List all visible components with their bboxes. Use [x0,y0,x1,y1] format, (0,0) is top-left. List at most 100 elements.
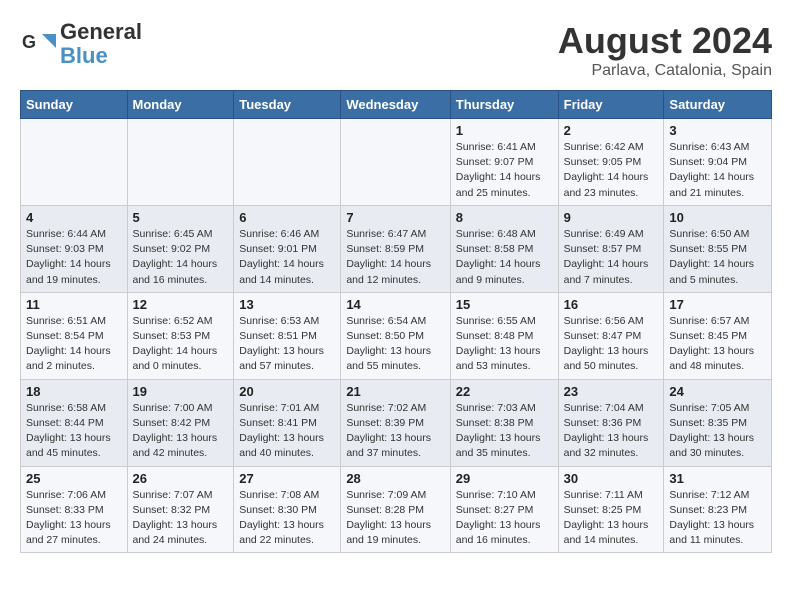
day-cell: 17 Sunrise: 6:57 AM Sunset: 8:45 PM Dayli… [664,292,772,379]
day-number: 17 [669,297,766,312]
day-cell: 3 Sunrise: 6:43 AM Sunset: 9:04 PM Daylig… [664,119,772,206]
day-cell: 20 Sunrise: 7:01 AM Sunset: 8:41 PM Dayli… [234,379,341,466]
day-cell: 4Sunrise: 6:44 AM Sunset: 9:03 PM Daylig… [21,205,128,292]
day-number: 27 [239,471,335,486]
day-cell: 7 Sunrise: 6:47 AM Sunset: 8:59 PM Daylig… [341,205,450,292]
day-number: 22 [456,384,553,399]
day-number: 8 [456,210,553,225]
day-number: 21 [346,384,444,399]
day-info: Sunrise: 7:02 AM Sunset: 8:39 PM Dayligh… [346,401,444,462]
svg-text:G: G [22,32,36,52]
day-info: Sunrise: 7:03 AM Sunset: 8:38 PM Dayligh… [456,401,553,462]
weekday-header-thursday: Thursday [450,91,558,119]
day-info: Sunrise: 7:12 AM Sunset: 8:23 PM Dayligh… [669,488,766,549]
weekday-header-wednesday: Wednesday [341,91,450,119]
day-number: 7 [346,210,444,225]
day-number: 10 [669,210,766,225]
day-number: 3 [669,123,766,138]
day-number: 20 [239,384,335,399]
day-number: 25 [26,471,122,486]
week-row-1: 1 Sunrise: 6:41 AM Sunset: 9:07 PM Daylig… [21,119,772,206]
day-info: Sunrise: 7:06 AM Sunset: 8:33 PM Dayligh… [26,488,122,549]
week-row-3: 11Sunrise: 6:51 AM Sunset: 8:54 PM Dayli… [21,292,772,379]
day-info: Sunrise: 6:48 AM Sunset: 8:58 PM Dayligh… [456,227,553,288]
day-cell: 6Sunrise: 6:46 AM Sunset: 9:01 PM Daylig… [234,205,341,292]
week-row-4: 18 Sunrise: 6:58 AM Sunset: 8:44 PM Dayli… [21,379,772,466]
logo-line2: Blue [60,44,142,68]
day-number: 31 [669,471,766,486]
day-number: 6 [239,210,335,225]
day-cell: 11Sunrise: 6:51 AM Sunset: 8:54 PM Dayli… [21,292,128,379]
day-info: Sunrise: 6:56 AM Sunset: 8:47 PM Dayligh… [564,314,659,375]
day-info: Sunrise: 6:52 AM Sunset: 8:53 PM Dayligh… [133,314,229,375]
day-info: Sunrise: 7:09 AM Sunset: 8:28 PM Dayligh… [346,488,444,549]
day-cell: 16 Sunrise: 6:56 AM Sunset: 8:47 PM Dayli… [558,292,664,379]
day-info: Sunrise: 6:55 AM Sunset: 8:48 PM Dayligh… [456,314,553,375]
day-info: Sunrise: 7:00 AM Sunset: 8:42 PM Dayligh… [133,401,229,462]
day-cell [234,119,341,206]
day-cell: 8 Sunrise: 6:48 AM Sunset: 8:58 PM Daylig… [450,205,558,292]
day-info: Sunrise: 7:08 AM Sunset: 8:30 PM Dayligh… [239,488,335,549]
day-info: Sunrise: 7:01 AM Sunset: 8:41 PM Dayligh… [239,401,335,462]
day-cell: 21 Sunrise: 7:02 AM Sunset: 8:39 PM Dayli… [341,379,450,466]
day-cell: 12 Sunrise: 6:52 AM Sunset: 8:53 PM Dayli… [127,292,234,379]
day-cell [341,119,450,206]
calendar-table: SundayMondayTuesdayWednesdayThursdayFrid… [20,90,772,553]
day-number: 18 [26,384,122,399]
day-info: Sunrise: 6:41 AM Sunset: 9:07 PM Dayligh… [456,140,553,201]
day-cell: 30 Sunrise: 7:11 AM Sunset: 8:25 PM Dayli… [558,466,664,553]
day-number: 14 [346,297,444,312]
logo-text: General Blue [60,20,142,68]
day-number: 16 [564,297,659,312]
weekday-header-row: SundayMondayTuesdayWednesdayThursdayFrid… [21,91,772,119]
day-info: Sunrise: 6:49 AM Sunset: 8:57 PM Dayligh… [564,227,659,288]
weekday-header-monday: Monday [127,91,234,119]
day-info: Sunrise: 6:57 AM Sunset: 8:45 PM Dayligh… [669,314,766,375]
location: Parlava, Catalonia, Spain [558,62,772,80]
day-info: Sunrise: 7:05 AM Sunset: 8:35 PM Dayligh… [669,401,766,462]
day-number: 9 [564,210,659,225]
day-cell: 2Sunrise: 6:42 AM Sunset: 9:05 PM Daylig… [558,119,664,206]
day-number: 1 [456,123,553,138]
logo: G General Blue [20,20,142,68]
day-info: Sunrise: 7:10 AM Sunset: 8:27 PM Dayligh… [456,488,553,549]
day-cell: 14 Sunrise: 6:54 AM Sunset: 8:50 PM Dayli… [341,292,450,379]
day-info: Sunrise: 6:47 AM Sunset: 8:59 PM Dayligh… [346,227,444,288]
day-number: 26 [133,471,229,486]
day-number: 13 [239,297,335,312]
day-number: 2 [564,123,659,138]
day-cell: 19Sunrise: 7:00 AM Sunset: 8:42 PM Dayli… [127,379,234,466]
weekday-header-friday: Friday [558,91,664,119]
day-number: 15 [456,297,553,312]
day-info: Sunrise: 7:11 AM Sunset: 8:25 PM Dayligh… [564,488,659,549]
day-number: 12 [133,297,229,312]
day-number: 30 [564,471,659,486]
day-cell: 31 Sunrise: 7:12 AM Sunset: 8:23 PM Dayli… [664,466,772,553]
day-cell: 1 Sunrise: 6:41 AM Sunset: 9:07 PM Daylig… [450,119,558,206]
day-number: 23 [564,384,659,399]
day-cell: 23Sunrise: 7:04 AM Sunset: 8:36 PM Dayli… [558,379,664,466]
day-info: Sunrise: 6:44 AM Sunset: 9:03 PM Dayligh… [26,227,122,288]
day-number: 5 [133,210,229,225]
week-row-5: 25 Sunrise: 7:06 AM Sunset: 8:33 PM Dayli… [21,466,772,553]
day-number: 29 [456,471,553,486]
day-info: Sunrise: 6:58 AM Sunset: 8:44 PM Dayligh… [26,401,122,462]
day-number: 24 [669,384,766,399]
month-title: August 2024 [558,20,772,62]
weekday-header-sunday: Sunday [21,91,128,119]
day-cell [21,119,128,206]
day-info: Sunrise: 6:54 AM Sunset: 8:50 PM Dayligh… [346,314,444,375]
title-block: August 2024 Parlava, Catalonia, Spain [558,20,772,80]
day-cell: 9 Sunrise: 6:49 AM Sunset: 8:57 PM Daylig… [558,205,664,292]
day-cell: 29 Sunrise: 7:10 AM Sunset: 8:27 PM Dayli… [450,466,558,553]
day-cell: 24 Sunrise: 7:05 AM Sunset: 8:35 PM Dayli… [664,379,772,466]
day-number: 28 [346,471,444,486]
logo-line1: General [60,20,142,44]
day-info: Sunrise: 6:45 AM Sunset: 9:02 PM Dayligh… [133,227,229,288]
day-info: Sunrise: 6:43 AM Sunset: 9:04 PM Dayligh… [669,140,766,201]
day-cell: 13Sunrise: 6:53 AM Sunset: 8:51 PM Dayli… [234,292,341,379]
day-info: Sunrise: 6:50 AM Sunset: 8:55 PM Dayligh… [669,227,766,288]
weekday-header-saturday: Saturday [664,91,772,119]
day-cell: 10 Sunrise: 6:50 AM Sunset: 8:55 PM Dayli… [664,205,772,292]
day-info: Sunrise: 6:51 AM Sunset: 8:54 PM Dayligh… [26,314,122,375]
